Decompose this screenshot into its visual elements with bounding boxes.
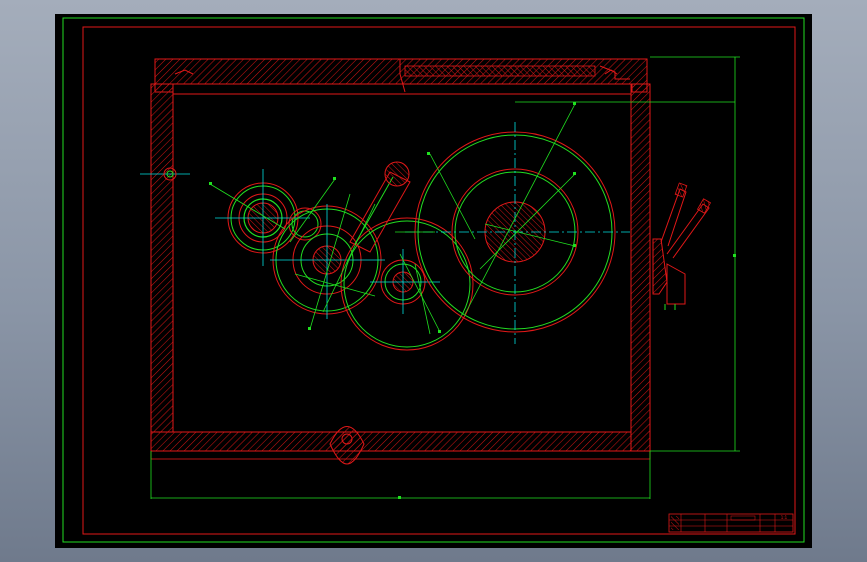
gearbox-assembly-drawing: 1:1 [62,17,805,543]
shift-lever-assembly [652,182,712,310]
cad-viewport[interactable]: 1:1 [55,14,812,548]
gearbox-housing [150,58,651,465]
title-block: 1:1 [668,513,794,533]
title-block-scale: 1:1 [781,515,788,520]
